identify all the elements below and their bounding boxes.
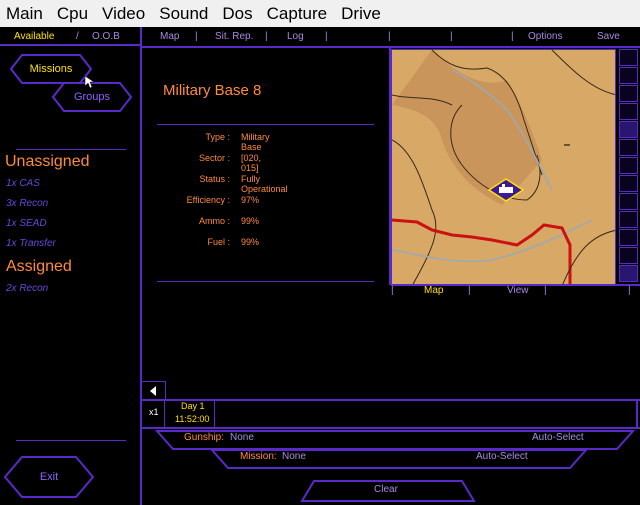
tab-save[interactable]: Save	[597, 31, 620, 42]
map-tool-icon[interactable]	[619, 229, 638, 246]
missions-label: Missions	[29, 63, 73, 75]
tab-sep: |	[325, 31, 328, 42]
tab-divider: /	[76, 31, 79, 42]
tab-oob[interactable]: O.O.B	[92, 31, 120, 42]
left-panel-border	[140, 27, 142, 505]
info-label: Ammo :	[198, 216, 230, 226]
assigned-title: Assigned	[6, 258, 72, 275]
military-base-icon[interactable]	[488, 178, 524, 202]
map-tool-icon[interactable]	[619, 157, 638, 174]
map-tool-icon[interactable]	[619, 49, 638, 66]
gunship-value[interactable]: None	[230, 432, 254, 443]
map-tab-view[interactable]: View	[507, 285, 529, 296]
map-tool-icon[interactable]	[619, 247, 638, 264]
mission-item[interactable]: 2x Recon	[6, 283, 48, 294]
mission-autoselect[interactable]: Auto-Select	[476, 451, 528, 462]
info-divider-bottom	[157, 281, 374, 282]
info-label: Fuel :	[207, 237, 230, 247]
info-value: Fully Operational	[241, 174, 288, 194]
mission-value[interactable]: None	[282, 451, 306, 462]
menu-main[interactable]: Main	[6, 4, 43, 24]
left-divider-top	[16, 149, 126, 150]
info-value: [020, 015]	[241, 153, 262, 173]
map-tool-icon[interactable]	[619, 103, 638, 120]
timebar-right	[636, 399, 638, 429]
tab-available[interactable]: Available	[14, 31, 54, 42]
menu-video[interactable]: Video	[102, 4, 145, 24]
map-tab-sep: |	[391, 285, 394, 296]
info-value: 99%	[241, 216, 260, 226]
unassigned-title: Unassigned	[5, 153, 90, 170]
groups-label: Groups	[73, 91, 111, 103]
map-tool-icon[interactable]	[619, 193, 638, 210]
clear-button[interactable]: Clear	[374, 484, 398, 495]
info-value: 97%	[241, 195, 260, 205]
tab-map[interactable]: Map	[160, 31, 179, 42]
game-screen: Available / O.O.B Map | Sit. Rep. | Log …	[0, 27, 640, 505]
map-tool-icon[interactable]	[619, 121, 638, 138]
emulator-menubar: Main Cpu Video Sound Dos Capture Drive	[0, 0, 640, 27]
tab-options[interactable]: Options	[528, 31, 562, 42]
menu-drive[interactable]: Drive	[341, 4, 381, 24]
map-tab-sep: |	[468, 285, 471, 296]
timebar-top	[142, 399, 640, 401]
collapse-button[interactable]	[142, 381, 166, 401]
time-sep	[164, 401, 165, 427]
gunship-label: Gunship:	[184, 432, 225, 443]
map-tab-sep: |	[628, 285, 631, 296]
base-title: Military Base 8	[163, 82, 262, 99]
mission-item[interactable]: 3x Recon	[6, 198, 48, 209]
info-value: Military Base	[241, 132, 270, 152]
map-tool-icon[interactable]	[619, 265, 638, 282]
time-speed[interactable]: x1	[149, 407, 159, 417]
map-tool-icon[interactable]	[619, 67, 638, 84]
menu-cpu[interactable]: Cpu	[57, 4, 88, 24]
tab-sit-rep[interactable]: Sit. Rep.	[215, 31, 253, 42]
map-tool-icon[interactable]	[619, 211, 638, 228]
map-tab-map[interactable]: Map	[424, 285, 443, 296]
time-day: Day 1	[181, 401, 205, 411]
tab-sep: |	[195, 31, 198, 42]
info-label: Type :	[205, 132, 230, 142]
menu-dos[interactable]: Dos	[222, 4, 252, 24]
map-tool-icon[interactable]	[619, 85, 638, 102]
gunship-autoselect[interactable]: Auto-Select	[532, 432, 584, 443]
tab-underline-right	[142, 46, 640, 48]
tab-sep: |	[450, 31, 453, 42]
time-sep	[214, 401, 215, 427]
info-label: Sector :	[198, 153, 230, 163]
mission-item[interactable]: 1x CAS	[6, 178, 40, 189]
map-tab-sep: |	[544, 285, 547, 296]
missions-button[interactable]: Missions	[10, 54, 92, 84]
info-divider-top	[157, 124, 374, 125]
left-divider-bottom	[16, 440, 126, 441]
map-tool-icon[interactable]	[619, 175, 638, 192]
menu-sound[interactable]: Sound	[159, 4, 208, 24]
time-clock: 11:52:00	[175, 414, 210, 424]
tab-underline-left	[0, 44, 140, 46]
info-value: 99%	[241, 237, 260, 247]
mission-item[interactable]: 1x Transfer	[6, 238, 56, 249]
exit-button[interactable]: Exit	[4, 456, 94, 498]
info-label: Status :	[199, 174, 230, 184]
tactical-map[interactable]	[391, 49, 616, 285]
exit-label: Exit	[39, 471, 59, 483]
tab-sep: |	[388, 31, 391, 42]
map-toolbar	[619, 49, 640, 283]
mouse-cursor-icon	[84, 75, 94, 89]
mission-label: Mission:	[240, 451, 277, 462]
info-label: Efficiency :	[186, 195, 230, 205]
tab-sep: |	[265, 31, 268, 42]
tab-sep: |	[511, 31, 514, 42]
mission-item[interactable]: 1x SEAD	[6, 218, 47, 229]
map-tool-icon[interactable]	[619, 139, 638, 156]
menu-capture[interactable]: Capture	[267, 4, 327, 24]
tab-log[interactable]: Log	[287, 31, 304, 42]
